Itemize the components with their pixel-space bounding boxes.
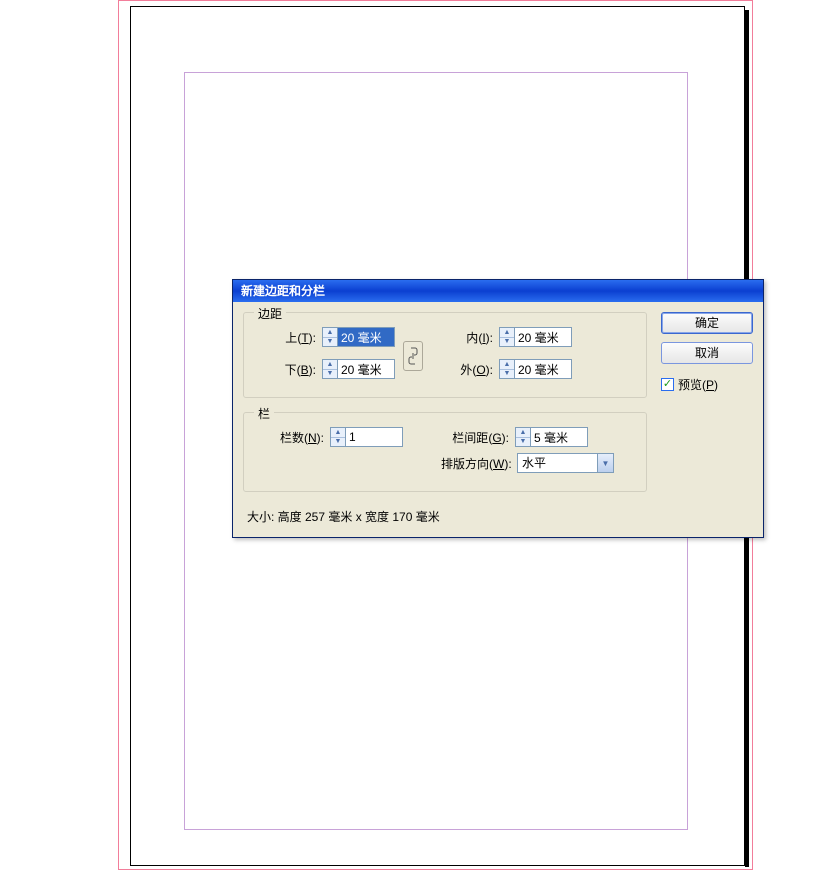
margin-outside-spinner[interactable]: ▲ ▼ <box>499 359 572 379</box>
columns-fieldset: 栏 栏数(N): ▲ ▼ <box>243 412 647 492</box>
spin-up-icon[interactable]: ▲ <box>323 360 337 369</box>
combo-dropdown-icon[interactable]: ▼ <box>597 453 614 473</box>
column-count-label: 栏数(N): <box>254 429 324 446</box>
cancel-button[interactable]: 取消 <box>661 342 753 364</box>
ok-button[interactable]: 确定 <box>661 312 753 334</box>
preview-label: 预览(P) <box>678 376 718 393</box>
gutter-spinner[interactable]: ▲ ▼ <box>515 427 588 447</box>
column-count-input[interactable] <box>345 427 403 447</box>
writing-direction-value: 水平 <box>517 453 597 473</box>
spin-up-icon[interactable]: ▲ <box>331 428 345 437</box>
workspace: 新建边距和分栏 边距 上(T): <box>0 0 823 883</box>
spin-up-icon[interactable]: ▲ <box>500 328 514 337</box>
spin-up-icon[interactable]: ▲ <box>500 360 514 369</box>
margin-bottom-input[interactable] <box>337 359 395 379</box>
margin-inside-spinner[interactable]: ▲ ▼ <box>499 327 572 347</box>
dialog-titlebar[interactable]: 新建边距和分栏 <box>233 280 763 302</box>
margin-inside-input[interactable] <box>514 327 572 347</box>
writing-direction-combo[interactable]: 水平 ▼ <box>517 453 614 473</box>
margin-inside-label: 内(I): <box>431 329 493 346</box>
margin-top-label: 上(T): <box>254 329 316 346</box>
margin-top-input[interactable] <box>337 327 395 347</box>
spin-down-icon[interactable]: ▼ <box>516 437 530 447</box>
spin-down-icon[interactable]: ▼ <box>331 437 345 447</box>
writing-direction-label: 排版方向(W): <box>441 455 511 472</box>
preview-checkbox[interactable] <box>661 378 674 391</box>
margin-outside-label: 外(O): <box>431 361 493 378</box>
spin-down-icon[interactable]: ▼ <box>500 337 514 347</box>
columns-legend: 栏 <box>254 405 274 422</box>
link-margins-button[interactable] <box>403 341 423 371</box>
spin-up-icon[interactable]: ▲ <box>323 328 337 337</box>
margin-bottom-label: 下(B): <box>254 361 316 378</box>
spin-down-icon[interactable]: ▼ <box>500 369 514 379</box>
spin-down-icon[interactable]: ▼ <box>323 369 337 379</box>
gutter-label: 栏间距(G): <box>439 429 509 446</box>
column-count-spinner[interactable]: ▲ ▼ <box>330 427 403 447</box>
margins-legend: 边距 <box>254 305 286 322</box>
spin-up-icon[interactable]: ▲ <box>516 428 530 437</box>
spin-down-icon[interactable]: ▼ <box>323 337 337 347</box>
chain-link-icon <box>408 347 418 365</box>
gutter-input[interactable] <box>530 427 588 447</box>
margin-outside-input[interactable] <box>514 359 572 379</box>
page-size-readout: 大小: 高度 257 毫米 x 宽度 170 毫米 <box>243 508 647 525</box>
margins-columns-dialog: 新建边距和分栏 边距 上(T): <box>232 279 764 538</box>
margin-bottom-spinner[interactable]: ▲ ▼ <box>322 359 395 379</box>
margin-top-spinner[interactable]: ▲ ▼ <box>322 327 395 347</box>
margins-fieldset: 边距 上(T): ▲ ▼ <box>243 312 647 398</box>
dialog-title: 新建边距和分栏 <box>241 280 325 302</box>
